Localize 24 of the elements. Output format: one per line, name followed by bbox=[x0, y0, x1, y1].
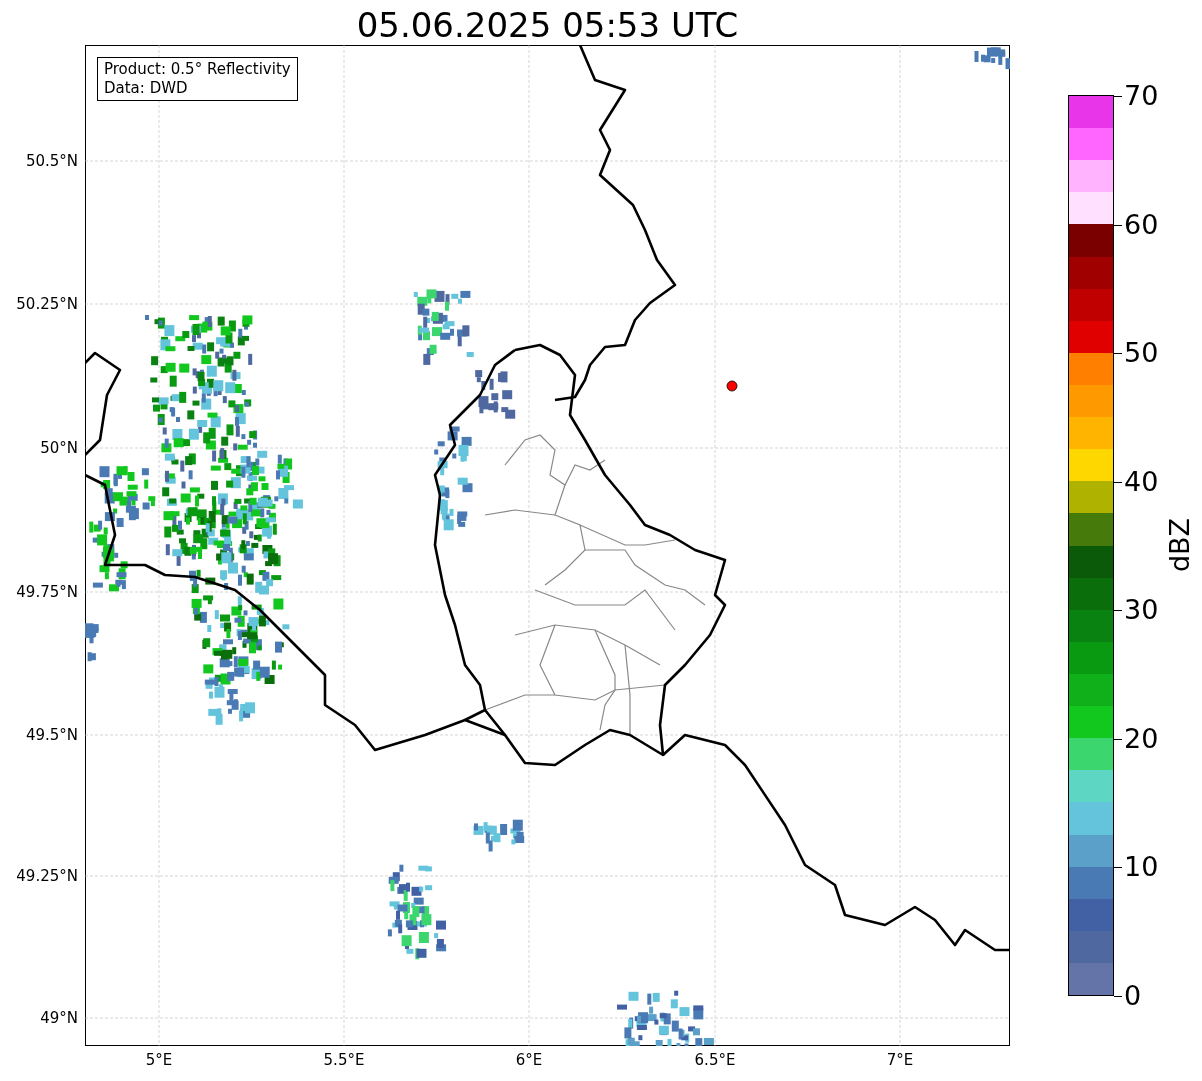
info-text: Data: DWD bbox=[104, 79, 189, 98]
colorbar-tick-label: 10 bbox=[1124, 851, 1159, 884]
axis-tick-label: 49.5°N bbox=[25, 726, 78, 744]
colorbar-tick-label: 0 bbox=[1124, 980, 1142, 1012]
colorbar-tick-label: 60 bbox=[1124, 208, 1159, 241]
colorbar-tick-label: 30 bbox=[1124, 594, 1159, 627]
colorbar-tick-label: 70 bbox=[1124, 80, 1159, 112]
colorbar-tick-label: 50 bbox=[1124, 337, 1159, 370]
info-text: Product: 0.5° Reflectivity bbox=[104, 60, 291, 79]
axis-tick-label: 49.75°N bbox=[16, 583, 78, 601]
axis-tick-label: 6°E bbox=[514, 1051, 544, 1069]
chart-title: 05.06.2025 05:53 UTC bbox=[355, 4, 740, 46]
colorbar-tick-label: 20 bbox=[1124, 722, 1159, 755]
axis-tick-label: 5.5°E bbox=[322, 1051, 366, 1069]
axis-tick-label: 6.5°E bbox=[693, 1051, 737, 1069]
axis-tick-label: 7°E bbox=[885, 1051, 915, 1069]
axis-tick-label: 49.25°N bbox=[16, 867, 78, 885]
axis-tick-label: 49°N bbox=[40, 1009, 78, 1027]
axis-tick-label: 50.5°N bbox=[25, 152, 78, 170]
axis-tick-label: 50°N bbox=[40, 439, 78, 457]
axis-tick-label: 5°E bbox=[144, 1051, 174, 1069]
colorbar-tick-label: 40 bbox=[1124, 465, 1159, 498]
colorbar-label: dBZ bbox=[1164, 516, 1196, 575]
axis-tick-label: 50.25°N bbox=[16, 295, 78, 313]
